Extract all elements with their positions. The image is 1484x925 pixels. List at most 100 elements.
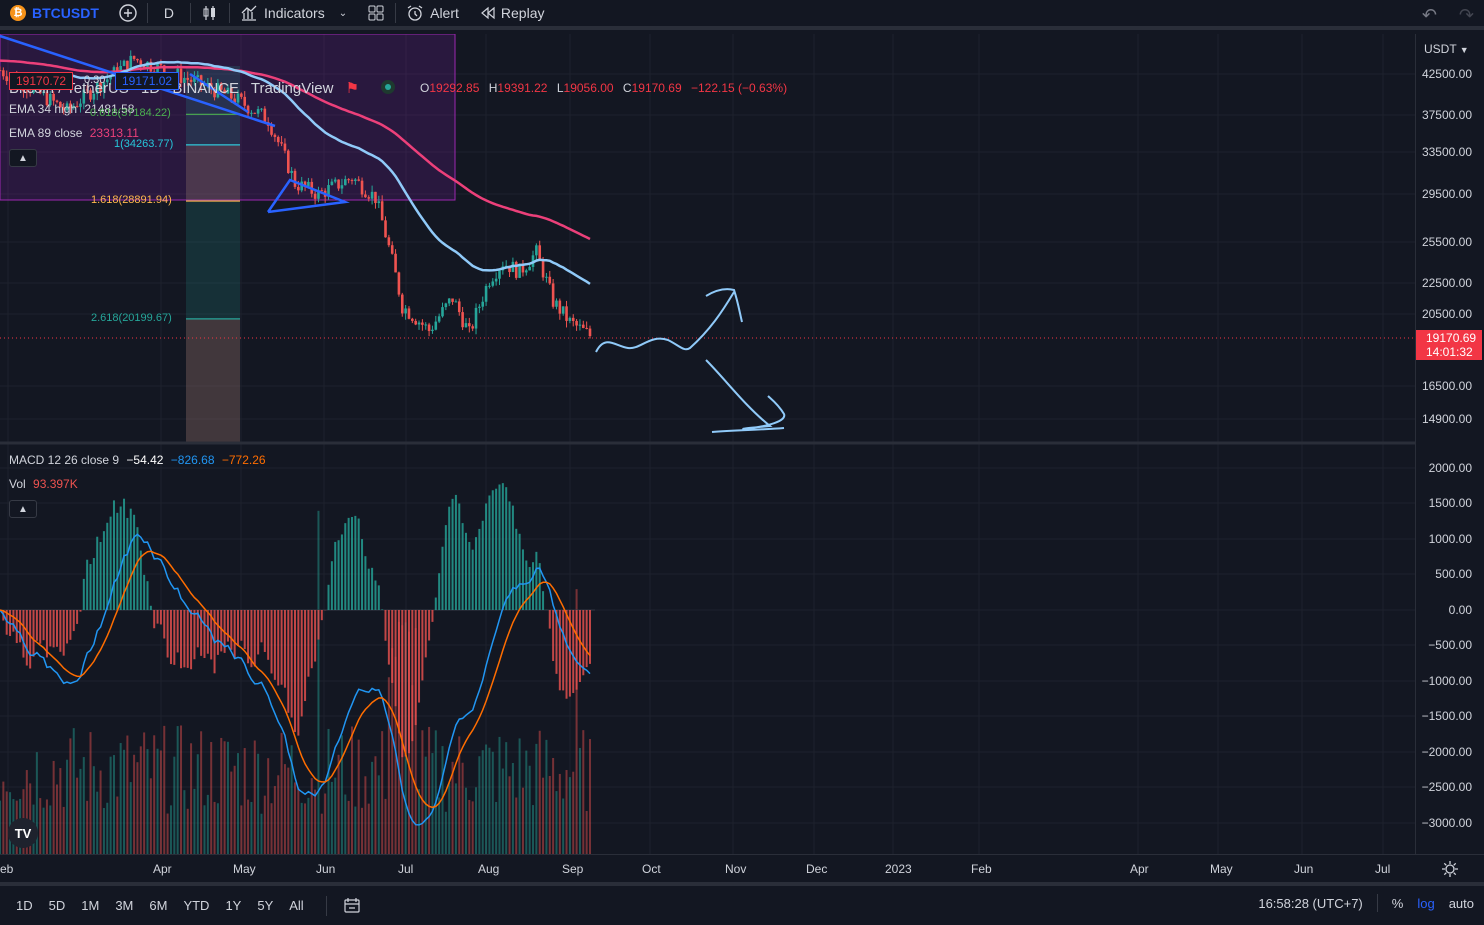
macd-histogram-bar: [367, 568, 370, 610]
range-button-5y[interactable]: 5Y: [249, 898, 281, 913]
close-key: C: [622, 81, 632, 95]
candle-body: [337, 179, 340, 189]
macd-histogram-bar: [434, 597, 437, 610]
volume-bar: [354, 806, 357, 854]
volume-bar: [106, 802, 109, 854]
calendar-range-icon[interactable]: [343, 897, 361, 915]
volume-bar: [76, 777, 79, 854]
collapse-indicators-button[interactable]: ▲: [9, 500, 37, 518]
macd-histogram-bar: [418, 610, 421, 703]
macd-histogram-bar: [428, 610, 431, 641]
price-axis-label: 29500.00: [1421, 187, 1472, 201]
candle-body: [260, 108, 263, 110]
volume-bar: [62, 806, 65, 854]
replay-button[interactable]: Replay: [469, 0, 555, 28]
range-button-6m[interactable]: 6M: [141, 898, 175, 913]
volume-bar: [257, 753, 260, 854]
symbol-search[interactable]: ₿ BTCUSDT: [0, 0, 109, 28]
drawn-up-arrow[interactable]: [595, 288, 743, 353]
macd-histogram-bar: [112, 500, 115, 610]
candle-body: [367, 197, 371, 199]
volume-legend[interactable]: Vol 93.397K: [9, 477, 78, 491]
currency-selector[interactable]: USDT ▼: [1424, 42, 1469, 56]
candle-body: [478, 306, 481, 308]
interval-button[interactable]: D: [148, 0, 190, 28]
macd-histogram-bar: [290, 610, 293, 718]
range-button-1d[interactable]: 1D: [8, 898, 41, 913]
range-button-3m[interactable]: 3M: [107, 898, 141, 913]
range-button-1m[interactable]: 1M: [73, 898, 107, 913]
macd-axis-label: 1500.00: [1428, 496, 1472, 510]
time-axis-label: 2023: [885, 862, 912, 876]
candle-body: [461, 312, 464, 328]
auto-scale-toggle[interactable]: auto: [1449, 896, 1474, 911]
flag-icon[interactable]: ⚑: [346, 80, 359, 97]
time-axis[interactable]: eb Apr May Jun Jul Aug Sep Oct Nov Dec 2023 Feb Apr M…: [0, 854, 1484, 882]
candle-body: [468, 323, 471, 327]
candle-body: [196, 75, 200, 78]
volume-bar: [55, 784, 58, 854]
candle-body: [538, 245, 542, 260]
tradingview-logo[interactable]: TV: [8, 818, 38, 848]
macd-histogram-bar: [438, 573, 441, 610]
volume-bar: [377, 775, 380, 854]
candle-body: [407, 308, 411, 319]
macd-histogram-bar: [515, 528, 518, 610]
volume-bar: [491, 751, 494, 854]
range-button-ytd[interactable]: YTD: [175, 898, 217, 913]
time-axis-label: Oct: [642, 862, 661, 876]
undo-icon[interactable]: ↶: [1422, 5, 1437, 26]
macd-histogram-bar: [163, 610, 166, 639]
ohlc-values: O19292.85 H19391.22 L19056.00 C19170.69 …: [420, 81, 793, 95]
sell-price-button[interactable]: 19170.72: [9, 72, 74, 90]
timezone-clock[interactable]: 16:58:28 (UTC+7): [1258, 896, 1362, 911]
collapse-legend-button[interactable]: ▲: [9, 149, 37, 167]
volume-bar: [501, 768, 504, 854]
range-button-all[interactable]: All: [281, 898, 311, 913]
range-button-1y[interactable]: 1Y: [217, 898, 249, 913]
volume-bar: [112, 755, 115, 854]
redo-icon[interactable]: ↷: [1459, 5, 1474, 26]
chart-type-button[interactable]: [191, 0, 229, 28]
buy-price-button[interactable]: 19171.02: [115, 72, 180, 90]
candle-body: [313, 193, 317, 199]
macd-histogram-bar: [183, 610, 186, 668]
volume-bar: [136, 762, 139, 854]
candle-body: [578, 324, 582, 326]
macd-histogram-bar: [280, 610, 283, 685]
volume-bar: [418, 789, 421, 854]
open-value: 19292.85: [429, 81, 480, 95]
macd-histogram-bar: [237, 610, 240, 646]
macd-histogram-bar: [441, 546, 444, 610]
macd-histogram-bar: [106, 522, 109, 610]
volume-bar: [250, 801, 253, 854]
macd-histogram-bar: [334, 541, 337, 610]
macd-legend[interactable]: MACD 12 26 close 9 −54.42 −826.68 −772.2…: [9, 453, 266, 467]
macd-axis-label: −1000.00: [1421, 674, 1472, 688]
log-scale-toggle[interactable]: log: [1417, 896, 1434, 911]
macd-histogram-bar: [498, 484, 501, 610]
chart-area[interactable]: Bitcoin / TetherUS 1D BINANCE TradingVie…: [0, 34, 1415, 854]
volume-bar: [180, 725, 183, 854]
candle-body: [525, 270, 528, 273]
macd-histogram-bar: [300, 610, 303, 717]
percent-scale-toggle[interactable]: %: [1392, 896, 1404, 911]
alert-button[interactable]: Alert: [396, 0, 469, 28]
macd-axis-label: −2500.00: [1421, 780, 1472, 794]
indicators-button[interactable]: Indicators ⌄: [230, 0, 357, 28]
candle-body: [447, 298, 451, 304]
price-chart-canvas[interactable]: [0, 34, 1415, 854]
macd-axis-label: −500.00: [1428, 638, 1472, 652]
layouts-button[interactable]: [357, 0, 395, 28]
macd-histogram-bar: [361, 539, 364, 610]
macd-histogram-bar: [216, 610, 219, 655]
macd-histogram-bar: [263, 610, 266, 652]
compare-button[interactable]: [109, 0, 147, 28]
candle-body: [280, 142, 283, 144]
macd-histogram-bar: [96, 536, 99, 610]
chart-bars-icon: [241, 5, 257, 21]
drawn-down-arrow[interactable]: [705, 359, 786, 433]
settings-gear-icon[interactable]: [1441, 860, 1459, 878]
price-axis[interactable]: USDT ▼ 42500.00 37500.00 33500.00 29500.00 2…: [1415, 34, 1484, 854]
range-button-5d[interactable]: 5D: [41, 898, 74, 913]
